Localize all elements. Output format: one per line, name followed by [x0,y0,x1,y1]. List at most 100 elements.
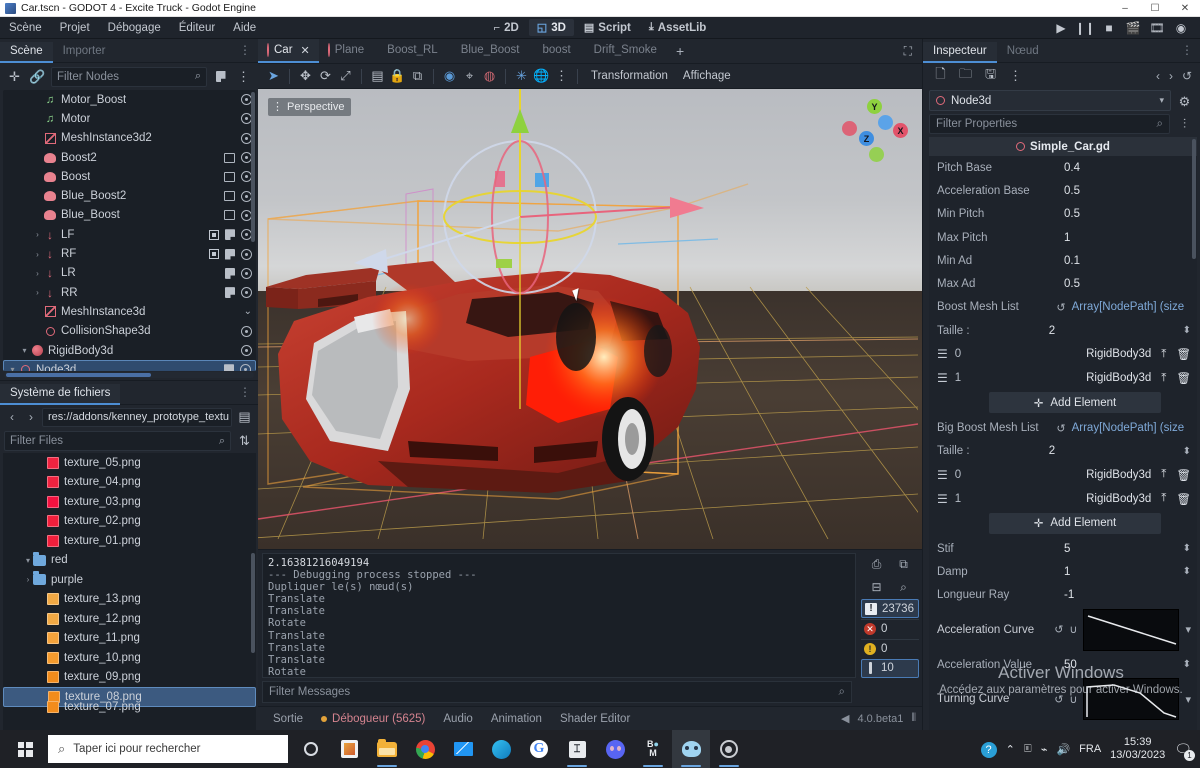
scene-tab[interactable]: Blue_Boost [447,39,529,63]
select-icon[interactable]: ➤ [264,67,283,86]
scene-tree-item[interactable]: ♫ Motor [3,109,256,128]
eye-icon[interactable] [241,345,252,356]
scene-tree-item[interactable]: CollisionShape3d [3,322,256,341]
menu-editor[interactable]: Éditeur [170,17,224,39]
movie-icon[interactable]: ◉ [1170,19,1192,37]
scene-tree-item[interactable]: › ↓ LR [3,264,256,283]
property-value[interactable]: 0.5 [1064,278,1191,290]
chevron-up-icon[interactable]: ⌃ [1006,743,1015,756]
filesystem-file-item[interactable]: texture_11.png [3,629,256,649]
curve-preview[interactable] [1083,678,1180,721]
property-value[interactable]: Array[NodePath] (size [1072,301,1191,313]
volume-icon[interactable]: 🔊 [1056,743,1070,756]
layout-icon[interactable]: ⫴ [911,712,916,725]
scene-tree-item[interactable]: ▾ Node3d [3,360,256,371]
copy-icon[interactable]: ⧉ [894,555,914,573]
eye-icon[interactable] [241,267,252,279]
start-button[interactable] [2,730,48,768]
filter-nodes-input[interactable]: Filter Nodes ⌕ [51,66,207,87]
minimize-button[interactable]: – [1110,0,1140,17]
counter-info[interactable]: 10 [861,658,919,678]
assign-icon[interactable]: ⤒ [1161,348,1166,361]
pause-icon[interactable]: ❙❙ [1074,19,1096,37]
filesystem-file-item[interactable]: texture_02.png [3,512,256,532]
property-value[interactable]: -1 [1064,589,1191,601]
more-icon[interactable]: ⋮ [1006,67,1025,86]
filter-files-input[interactable]: Filter Files ⌕ [4,431,231,451]
store-icon[interactable] [330,730,368,768]
delete-icon[interactable]: 🗑 [1176,468,1191,482]
property-row[interactable]: Big Boost Mesh List ↺ Array[NodePath] (siz… [929,416,1197,439]
script-filter-icon[interactable] [211,67,230,86]
tab-script[interactable]: ▤ Script [576,19,639,36]
filesystem-file-item[interactable]: texture_09.png [3,668,256,688]
eye-icon[interactable] [240,364,251,371]
revert-icon[interactable]: ↺ [1056,422,1065,435]
gizmo-y-axis[interactable]: Y [867,99,882,114]
script-icon[interactable] [224,364,234,371]
clear-icon[interactable]: ⎙ [867,555,887,573]
drag-handle-icon[interactable]: ☰ [937,492,948,506]
add-scene-button[interactable]: + [666,39,694,63]
output-log[interactable]: 2.16381216049194 --- Debugging process st… [262,553,856,678]
play-custom-icon[interactable]: 🎞 [1146,19,1168,37]
bottom-panel-tab[interactable]: Animation [482,707,551,731]
help-icon[interactable]: ? [980,740,997,758]
scene-tree-hscrollbar[interactable] [4,372,254,378]
scene-tab[interactable]: Boost_RL [373,39,447,63]
wifi-icon[interactable]: ⌁ [1041,743,1048,756]
scene-tree-item[interactable]: ♫ Motor_Boost [3,90,256,109]
inspected-object[interactable]: Node3d ▾ [929,90,1171,111]
add-element-button[interactable]: ✛ Add Element [989,512,1161,534]
counter-warnings[interactable]: ! 0 [861,639,919,658]
rotate-icon[interactable]: ⟳ [316,67,335,86]
revert-icon[interactable]: ↺ [1054,623,1063,636]
3d-viewport[interactable]: ⋮ Perspective Y X Z [258,89,922,549]
axis-gizmo[interactable]: Y X Z [840,97,910,167]
filesystem-file-item[interactable]: texture_12.png [3,609,256,629]
property-value[interactable]: 0.1 [1064,255,1191,267]
menu-help[interactable]: Aide [224,17,265,39]
curve-preview[interactable] [1083,608,1180,651]
property-row[interactable]: Taille : 2 ⬍ [929,319,1197,342]
counter-messages[interactable]: ! 23736 [861,599,919,619]
menu-debug[interactable]: Débogage [99,17,170,39]
property-value[interactable]: 0.5 [1064,185,1191,197]
scene-tree-item[interactable]: Blue_Boost2 [3,186,256,205]
menu-display[interactable]: Affichage [676,67,738,86]
property-row[interactable]: Acceleration Value 50 ⬍ [929,653,1197,676]
language-indicator[interactable]: FRA [1079,743,1101,755]
fullscreen-icon[interactable]: ⛶ [894,39,922,63]
filesystem-dock-menu-icon[interactable]: ⋮ [232,385,258,404]
bm-icon[interactable]: B● M [634,730,672,768]
more-icon[interactable]: ⋮ [552,67,571,86]
filesystem-file-item[interactable]: texture_01.png [3,531,256,551]
toggle-split-icon[interactable]: ▤ [235,408,254,427]
open-docs-icon[interactable]: ⚙ [1175,92,1194,111]
play-scene-icon[interactable]: 🎬 [1122,19,1144,37]
mail-icon[interactable] [444,730,482,768]
eye-icon[interactable] [241,325,252,337]
array-element-row[interactable]: ☰ 0 RigidBody3d ⤒ 🗑 [929,342,1197,366]
scene-tree-item[interactable]: MeshInstance3d2 [3,129,256,148]
scene-tree-item[interactable]: › ↓ RR [3,283,256,302]
property-row[interactable]: Pitch Base 0.4 [929,156,1197,179]
filter-properties-input[interactable]: Filter Properties ⌕ [929,114,1170,134]
chevron-down-icon[interactable]: ▾ [1185,693,1191,706]
object-menu-icon[interactable]: ⫶ [1175,115,1194,134]
spin-arrows-icon[interactable]: ⬍ [1183,446,1191,457]
drag-handle-icon[interactable]: ☰ [937,468,948,482]
scene-tree-item[interactable]: Blue_Boost [3,206,256,225]
tab-inspector[interactable]: Inspecteur [923,42,997,63]
assign-icon[interactable]: ⤒ [1161,468,1166,481]
property-value[interactable]: 0.5 [1064,208,1191,220]
animation-icon[interactable] [224,210,235,221]
filesystem-file-item[interactable]: texture_04.png [3,473,256,493]
filesystem-folder-item[interactable]: › purple [3,570,256,590]
tab-3d[interactable]: ◱ 3D [528,19,574,36]
chrome-icon[interactable] [406,730,444,768]
perspective-label[interactable]: ⋮ Perspective [268,98,352,116]
filesystem-file-item[interactable]: texture_03.png [3,492,256,512]
notifications-icon[interactable]: 🗨 1 [1174,741,1195,761]
drag-handle-icon[interactable]: ☰ [937,371,948,385]
